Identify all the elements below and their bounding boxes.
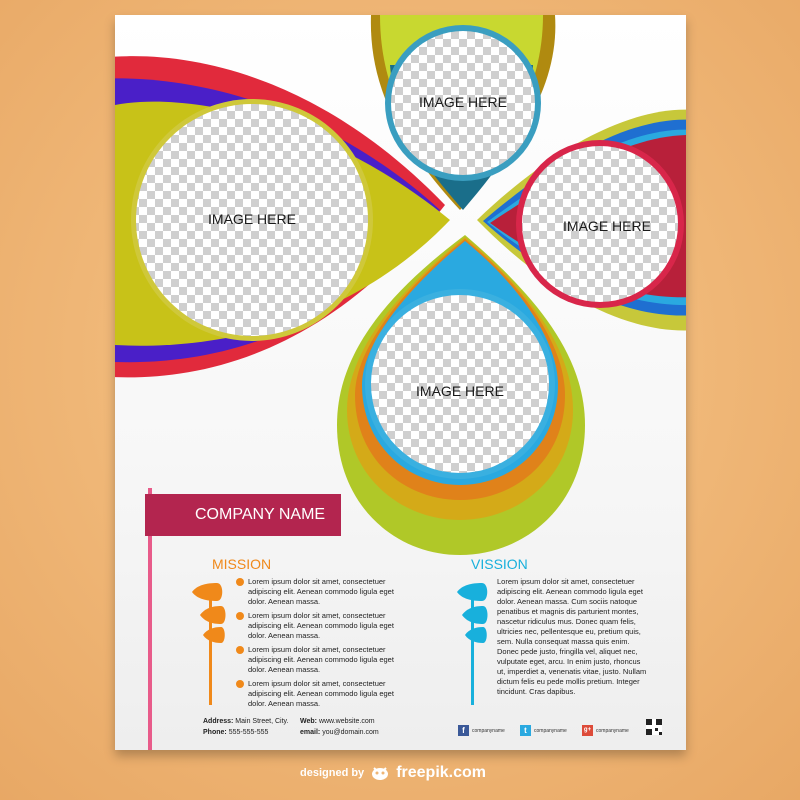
google-plus-link[interactable]: g+ companyname: [582, 725, 629, 736]
qr-code: [646, 719, 662, 735]
mission-item: Lorem ipsum dolor sit amet, consectetuer…: [248, 679, 394, 708]
mission-bullet: [236, 646, 244, 654]
vission-title: VISSION: [471, 556, 528, 572]
designer-credit[interactable]: designed by freepik.com: [300, 764, 486, 782]
mission-item: Lorem ipsum dolor sit amet, consectetuer…: [248, 577, 394, 606]
footer-web[interactable]: Web: www.website.com: [300, 718, 375, 725]
twitter-icon: t: [520, 725, 531, 736]
mission-bullet: [236, 578, 244, 586]
top-image-label: IMAGE HERE: [419, 94, 507, 110]
mission-title: MISSION: [212, 556, 272, 572]
twitter-link[interactable]: t companyname: [520, 725, 567, 736]
mission-item: Lorem ipsum dolor sit amet, consectetuer…: [248, 645, 394, 674]
footer-email[interactable]: email: you@domain.com: [300, 729, 379, 736]
credit-prefix: designed by: [300, 767, 365, 779]
flyer: IMAGE HERE IMAGE HERE IMAGE HERE IMAGE H…: [115, 15, 686, 750]
bottom-image-label: IMAGE HERE: [416, 383, 504, 399]
freepik-logo-icon: [372, 767, 389, 780]
mission-bullet: [236, 680, 244, 688]
mission-ladder: [192, 583, 226, 705]
freepik-brand: freepik.com: [396, 764, 486, 781]
footer-phone: Phone: 555-555-555: [203, 729, 269, 736]
facebook-link[interactable]: f companyname: [458, 725, 505, 736]
mission-item: Lorem ipsum dolor sit amet, consectetuer…: [248, 611, 394, 640]
facebook-icon: f: [458, 725, 469, 736]
vission-text: Lorem ipsum dolor sit amet, consectetuer…: [497, 577, 647, 696]
left-image-label: IMAGE HERE: [208, 211, 296, 227]
mission-bullet: [236, 612, 244, 620]
google-plus-icon: g+: [582, 725, 593, 736]
right-image-label: IMAGE HERE: [563, 218, 651, 234]
vission-ladder: [457, 583, 488, 705]
company-name: COMPANY NAME: [195, 506, 326, 523]
footer-address: Address: Main Street, City.: [203, 718, 289, 725]
